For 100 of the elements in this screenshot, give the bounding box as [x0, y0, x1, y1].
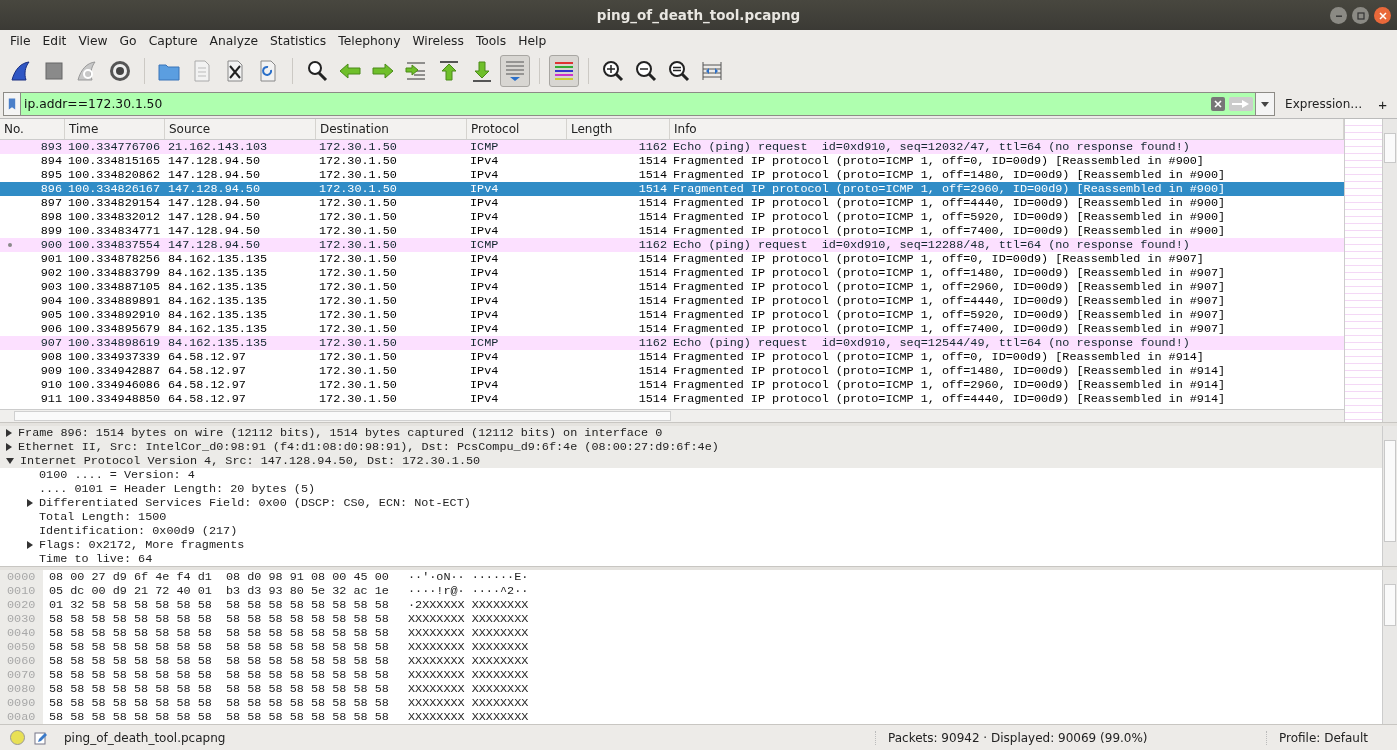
packet-row[interactable]: 894 100.334815165 147.128.94.50 172.30.1.50 IPv4 1514 Fragmented IP protocol (proto=ICMP 1, off=0, ID=00d9) [Reassembled in #900]	[0, 154, 1344, 168]
window-title: ping_of_death_tool.pcapng	[596, 7, 801, 23]
table-cell-text: 1514	[637, 252, 668, 266]
packet-row[interactable]: 908 100.334937339 64.58.12.97 172.30.1.50 IPv4 1514 Fragmented IP protocol (proto=ICMP 1, off=0, ID=00d9) [Reassembled in #914]	[0, 350, 1344, 364]
packet-row[interactable]: 910 100.334946086 64.58.12.97 172.30.1.50 IPv4 1514 Fragmented IP protocol (proto=ICMP 1, off=2960, ID=00d9) [Reassembled in #914]	[0, 378, 1344, 392]
column-header[interactable]: Protocol	[467, 119, 567, 139]
table-cell-text: Fragmented IP protocol (proto=ICMP 1, off=2960, ID=00d9) [Reassembled in #914]	[672, 378, 1227, 392]
menu-item[interactable]: File	[4, 34, 37, 48]
packet-row[interactable]: 897 100.334829154 147.128.94.50 172.30.1.50 IPv4 1514 Fragmented IP protocol (proto=ICMP 1, off=4440, ID=00d9) [Reassembled in #900]	[0, 196, 1344, 210]
ascii-bytes: XXXXXXXX XXXXXXXX	[407, 668, 529, 682]
column-header[interactable]: Time	[65, 119, 165, 139]
hex-bytes: 58 58 58 58 58 58 58 58 58 58 58 58 58 58 58 58	[48, 696, 390, 710]
status-file-name: ping_of_death_tool.pcapng	[64, 730, 226, 745]
byte-offset: 0050	[6, 640, 37, 654]
menu-item[interactable]: View	[72, 34, 114, 48]
tree-item[interactable]: .... 0101 = Header Length: 20 bytes (5)	[33, 482, 316, 496]
table-cell-text: 100.334878256	[67, 252, 162, 266]
tree-item[interactable]: Total Length: 1500	[33, 510, 167, 524]
table-cell-text: 172.30.1.50	[318, 154, 398, 168]
byte-offset: 0070	[6, 668, 37, 682]
hex-bytes: 08 00 27 d9 6f 4e f4 d1 08 d0 98 91 08 00 45 00	[48, 570, 390, 584]
packet-row[interactable]: 902 100.334883799 84.162.135.135 172.30.1.50 IPv4 1514 Fragmented IP protocol (proto=ICMP 1, off=1480, ID=00d9) [Reassembled in #907]	[0, 266, 1344, 280]
add-filter-button[interactable]: +	[1372, 95, 1393, 113]
packet-row[interactable]: 900 100.334837554 147.128.94.50 172.30.1.50 ICMP 1162 Echo (ping) request id=0xd910, seq=12288/48, ttl=64 (no response found!)	[0, 238, 1344, 252]
packet-row[interactable]: 911 100.334948850 64.58.12.97 172.30.1.50 IPv4 1514 Fragmented IP protocol (proto=ICMP 1, off=4440, ID=00d9) [Reassembled in #914]	[0, 392, 1344, 406]
table-cell-text: 1514	[637, 364, 668, 378]
menu-item[interactable]: Analyze	[203, 34, 265, 48]
table-cell-text: 1514	[637, 392, 668, 406]
menu-item[interactable]: Tools	[469, 34, 513, 48]
table-cell-text: 100.334942887	[67, 364, 162, 378]
packet-row[interactable]: 898 100.334832012 147.128.94.50 172.30.1.50 IPv4 1514 Fragmented IP protocol (proto=ICMP 1, off=5920, ID=00d9) [Reassembled in #900]	[0, 210, 1344, 224]
menu-item[interactable]: Go	[113, 34, 143, 48]
table-cell-text: 84.162.135.135	[167, 252, 269, 266]
table-cell-text: Fragmented IP protocol (proto=ICMP 1, off=2960, ID=00d9) [Reassembled in #907]	[672, 280, 1227, 294]
table-cell-text: 147.128.94.50	[167, 168, 262, 182]
tree-item[interactable]: Differentiated Services Field: 0x00 (DSCP: CS0, ECN: Not-ECT)	[33, 496, 471, 510]
tree-item[interactable]: Time to live: 64	[33, 552, 153, 566]
packet-row[interactable]: 903 100.334887105 84.162.135.135 172.30.1.50 IPv4 1514 Fragmented IP protocol (proto=ICMP 1, off=2960, ID=00d9) [Reassembled in #907]	[0, 280, 1344, 294]
packet-row[interactable]: 899 100.334834771 147.128.94.50 172.30.1.50 IPv4 1514 Fragmented IP protocol (proto=ICMP 1, off=7400, ID=00d9) [Reassembled in #900]	[0, 224, 1344, 238]
hex-bytes: 58 58 58 58 58 58 58 58 58 58 58 58 58 58 58 58	[48, 710, 390, 724]
table-cell-text: 100.334887105	[67, 280, 162, 294]
table-cell-text: IPv4	[469, 182, 500, 196]
table-cell-text: 84.162.135.135	[167, 266, 269, 280]
table-cell-text: 147.128.94.50	[167, 154, 262, 168]
table-cell-text: 1514	[637, 182, 668, 196]
ascii-bytes: XXXXXXXX XXXXXXXX	[407, 710, 529, 724]
menu-item[interactable]: Help	[512, 34, 553, 48]
column-header[interactable]: Source	[165, 119, 316, 139]
table-cell-text: 84.162.135.135	[167, 308, 269, 322]
packet-row[interactable]: 907 100.334898619 84.162.135.135 172.30.1.50 ICMP 1162 Echo (ping) request id=0xd910, seq=12544/49, ttl=64 (no response found!)	[0, 336, 1344, 350]
packet-row[interactable]: 893 100.334776706 21.162.143.103 172.30.1.50 ICMP 1162 Echo (ping) request id=0xd910, seq=12032/47, ttl=64 (no response found!)	[0, 140, 1344, 154]
table-cell-text: 172.30.1.50	[318, 294, 398, 308]
packet-row[interactable]: 904 100.334889891 84.162.135.135 172.30.1.50 IPv4 1514 Fragmented IP protocol (proto=ICMP 1, off=4440, ID=00d9) [Reassembled in #907]	[0, 294, 1344, 308]
table-cell-text: 172.30.1.50	[318, 238, 398, 252]
table-cell-text: 100.334820862	[67, 168, 162, 182]
menu-item[interactable]: Edit	[36, 34, 73, 48]
table-cell-text: IPv4	[469, 322, 500, 336]
byte-offset: 0030	[6, 612, 37, 626]
table-cell: 908	[40, 350, 62, 364]
menu-item[interactable]: Capture	[142, 34, 204, 48]
table-cell-text: IPv4	[469, 266, 500, 280]
profile-label[interactable]: Profile: Default	[1266, 730, 1397, 745]
table-cell-text: 1162	[637, 140, 668, 154]
tree-item[interactable]: 0100 .... = Version: 4	[33, 468, 195, 482]
column-header[interactable]: Destination	[316, 119, 467, 139]
hex-bytes: 58 58 58 58 58 58 58 58 58 58 58 58 58 58 58 58	[48, 612, 390, 626]
table-cell: 903	[40, 280, 62, 294]
table-cell: 894	[40, 154, 62, 168]
packet-row[interactable]: 901 100.334878256 84.162.135.135 172.30.1.50 IPv4 1514 Fragmented IP protocol (proto=ICMP 1, off=0, ID=00d9) [Reassembled in #907]	[0, 252, 1344, 266]
tree-item[interactable]: Flags: 0x2172, More fragments	[33, 538, 245, 552]
packet-row[interactable]: 895 100.334820862 147.128.94.50 172.30.1.50 IPv4 1514 Fragmented IP protocol (proto=ICMP 1, off=1480, ID=00d9) [Reassembled in #900]	[0, 168, 1344, 182]
hex-bytes: 05 dc 00 d9 21 72 40 01 b3 d3 93 80 5e 32 ac 1e	[48, 584, 390, 598]
table-cell-text: ICMP	[469, 238, 500, 252]
packet-row[interactable]: 909 100.334942887 64.58.12.97 172.30.1.50 IPv4 1514 Fragmented IP protocol (proto=ICMP 1, off=1480, ID=00d9) [Reassembled in #914]	[0, 364, 1344, 378]
menu-item[interactable]: Statistics	[264, 34, 333, 48]
packet-row[interactable]: 905 100.334892910 84.162.135.135 172.30.1.50 IPv4 1514 Fragmented IP protocol (proto=ICMP 1, off=5920, ID=00d9) [Reassembled in #907]	[0, 308, 1344, 322]
menu-item[interactable]: Wireless	[406, 34, 470, 48]
table-cell-text: Fragmented IP protocol (proto=ICMP 1, off=1480, ID=00d9) [Reassembled in #900]	[672, 168, 1227, 182]
table-cell-text: IPv4	[469, 168, 500, 182]
column-header[interactable]: No.	[0, 119, 65, 139]
table-cell-text: 1514	[637, 210, 668, 224]
table-cell-text: 1514	[637, 322, 668, 336]
table-cell-text: 172.30.1.50	[318, 266, 398, 280]
table-cell-text: 172.30.1.50	[318, 224, 398, 238]
table-cell-text: 172.30.1.50	[318, 378, 398, 392]
menu-item[interactable]: Telephony	[332, 34, 407, 48]
table-cell-text: 100.334892910	[67, 308, 162, 322]
expression-button[interactable]: Expression…	[1281, 95, 1367, 113]
table-cell: 899	[40, 224, 62, 238]
table-cell: 909	[40, 364, 62, 378]
packet-row[interactable]: 906 100.334895679 84.162.135.135 172.30.1.50 IPv4 1514 Fragmented IP protocol (proto=ICMP 1, off=7400, ID=00d9) [Reassembled in #907]	[0, 322, 1344, 336]
column-header[interactable]: Length	[567, 119, 670, 139]
table-cell-text: 64.58.12.97	[167, 364, 247, 378]
table-cell-text: Fragmented IP protocol (proto=ICMP 1, off=1480, ID=00d9) [Reassembled in #907]	[672, 266, 1227, 280]
tree-item[interactable]: Identification: 0x00d9 (217)	[33, 524, 238, 538]
table-cell-text: 64.58.12.97	[167, 392, 247, 406]
table-cell: 896	[40, 182, 62, 196]
display-filter-field[interactable]: ip.addr==172.30.1.50	[21, 92, 1210, 116]
packet-row[interactable]: 896 100.334826167 147.128.94.50 172.30.1.50 IPv4 1514 Fragmented IP protocol (proto=ICMP 1, off=2960, ID=00d9) [Reassembled in #900]	[0, 182, 1344, 196]
hex-bytes: 01 32 58 58 58 58 58 58 58 58 58 58 58 58 58 58	[48, 598, 390, 612]
